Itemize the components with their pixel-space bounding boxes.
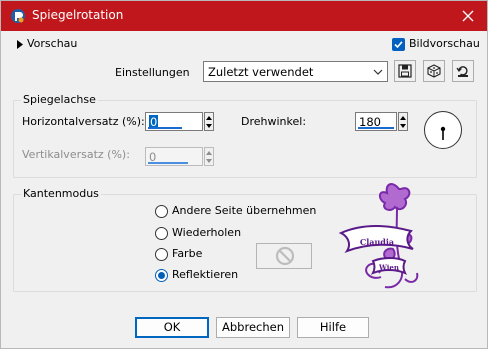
horizontal-offset-label: Horizontalversatz (%): [22, 115, 145, 128]
bildvorschau-label: Bildvorschau [409, 37, 480, 50]
spin-down-icon [400, 124, 406, 128]
randomize-button[interactable] [423, 60, 445, 82]
settings-dropdown[interactable]: Zuletzt verwendet [203, 61, 388, 82]
triangle-right-icon [17, 40, 23, 49]
watermark-line1: Claudia [360, 237, 394, 247]
radio-color-label: Farbe [172, 247, 203, 260]
radio-color[interactable] [155, 248, 168, 261]
edge-mode-title: Kantenmodus [21, 187, 101, 200]
rotation-dial[interactable] [424, 111, 462, 149]
no-color-icon [275, 246, 295, 266]
checkmark-icon [394, 41, 403, 49]
floppy-disk-icon [398, 64, 412, 78]
dice-icon [427, 64, 441, 78]
window-title: Spiegelrotation [32, 8, 124, 22]
settings-label: Einstellungen [115, 66, 190, 79]
app-icon [11, 9, 25, 23]
radio-reflect-label: Reflektieren [172, 268, 239, 281]
rotation-slider[interactable] [358, 127, 394, 129]
ok-button[interactable]: OK [135, 317, 209, 338]
dialog-window: Spiegelrotation Vorschau Bildvorschau Ei… [0, 0, 488, 349]
settings-dropdown-value: Zuletzt verwendet [208, 65, 314, 79]
claudia-watermark-logo: Claudia Wien [338, 183, 419, 289]
rotation-arrows[interactable] [398, 112, 408, 131]
dial-needle-icon [440, 126, 446, 140]
title-bar: Spiegelrotation [1, 1, 487, 31]
spin-up-icon [206, 151, 212, 155]
horizontal-offset-arrows[interactable] [204, 112, 214, 131]
close-icon [462, 10, 474, 22]
watermark-line2: Wien [378, 263, 399, 272]
chevron-down-icon [373, 69, 383, 75]
close-button[interactable] [459, 7, 477, 25]
rotation-spinner[interactable]: 180 [355, 112, 408, 131]
color-swatch-button[interactable] [256, 243, 312, 269]
spin-down-icon [206, 124, 212, 128]
reset-icon [456, 66, 468, 77]
preview-toggle[interactable]: Vorschau [15, 37, 95, 53]
spin-up-icon [206, 116, 212, 120]
radio-other-side[interactable] [155, 205, 168, 218]
vertical-offset-label: Vertikalversatz (%): [22, 148, 130, 161]
cancel-button[interactable]: Abbrechen [216, 317, 290, 338]
radio-other-side-label: Andere Seite übernehmen [172, 204, 317, 217]
rotation-label: Drehwinkel: [241, 115, 307, 128]
reset-button[interactable] [452, 60, 474, 82]
radio-reflect[interactable] [155, 269, 168, 282]
radio-repeat-label: Wiederholen [172, 226, 242, 239]
preview-label: Vorschau [27, 37, 78, 50]
radio-repeat[interactable] [155, 227, 168, 240]
bildvorschau-checkbox[interactable] [392, 38, 405, 51]
help-button[interactable]: Hilfe [297, 317, 369, 338]
spin-up-icon [400, 116, 406, 120]
save-preset-button[interactable] [394, 60, 416, 82]
vertical-offset-slider[interactable] [148, 162, 188, 164]
spin-down-icon [206, 159, 212, 163]
vertical-offset-arrows[interactable] [204, 147, 214, 166]
mirror-axis-title: Spiegelachse [21, 93, 98, 106]
horizontal-offset-spinner[interactable]: 0 [145, 112, 214, 131]
horizontal-offset-slider[interactable] [148, 127, 182, 129]
vertical-offset-spinner[interactable]: 0 [145, 147, 214, 166]
